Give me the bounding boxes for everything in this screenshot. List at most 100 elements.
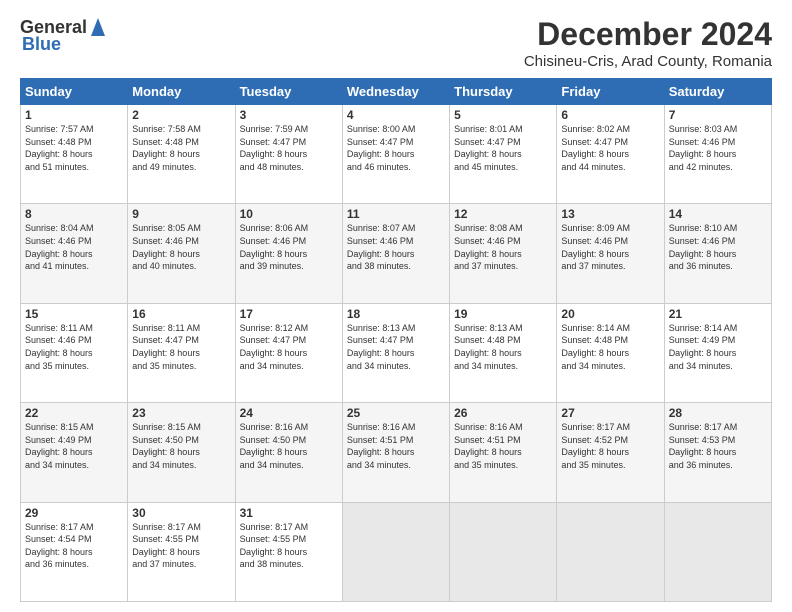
calendar-cell bbox=[450, 502, 557, 601]
day-info: Sunrise: 8:05 AM Sunset: 4:46 PM Dayligh… bbox=[132, 222, 230, 272]
calendar-cell bbox=[557, 502, 664, 601]
calendar-cell: 31Sunrise: 8:17 AM Sunset: 4:55 PM Dayli… bbox=[235, 502, 342, 601]
calendar-cell: 20Sunrise: 8:14 AM Sunset: 4:48 PM Dayli… bbox=[557, 303, 664, 402]
day-info: Sunrise: 8:10 AM Sunset: 4:46 PM Dayligh… bbox=[669, 222, 767, 272]
day-number: 10 bbox=[240, 207, 338, 221]
col-header-saturday: Saturday bbox=[664, 79, 771, 105]
calendar-cell: 11Sunrise: 8:07 AM Sunset: 4:46 PM Dayli… bbox=[342, 204, 449, 303]
day-info: Sunrise: 8:15 AM Sunset: 4:50 PM Dayligh… bbox=[132, 421, 230, 471]
calendar-cell: 12Sunrise: 8:08 AM Sunset: 4:46 PM Dayli… bbox=[450, 204, 557, 303]
calendar-cell: 7Sunrise: 8:03 AM Sunset: 4:46 PM Daylig… bbox=[664, 105, 771, 204]
logo: General Blue bbox=[20, 16, 107, 55]
calendar-table: SundayMondayTuesdayWednesdayThursdayFrid… bbox=[20, 78, 772, 602]
calendar-cell: 16Sunrise: 8:11 AM Sunset: 4:47 PM Dayli… bbox=[128, 303, 235, 402]
day-info: Sunrise: 8:07 AM Sunset: 4:46 PM Dayligh… bbox=[347, 222, 445, 272]
day-number: 7 bbox=[669, 108, 767, 122]
day-info: Sunrise: 7:59 AM Sunset: 4:47 PM Dayligh… bbox=[240, 123, 338, 173]
day-number: 16 bbox=[132, 307, 230, 321]
day-info: Sunrise: 8:09 AM Sunset: 4:46 PM Dayligh… bbox=[561, 222, 659, 272]
day-info: Sunrise: 8:02 AM Sunset: 4:47 PM Dayligh… bbox=[561, 123, 659, 173]
day-number: 23 bbox=[132, 406, 230, 420]
day-info: Sunrise: 8:04 AM Sunset: 4:46 PM Dayligh… bbox=[25, 222, 123, 272]
day-info: Sunrise: 8:17 AM Sunset: 4:52 PM Dayligh… bbox=[561, 421, 659, 471]
day-number: 21 bbox=[669, 307, 767, 321]
day-number: 28 bbox=[669, 406, 767, 420]
day-info: Sunrise: 8:03 AM Sunset: 4:46 PM Dayligh… bbox=[669, 123, 767, 173]
calendar-cell: 3Sunrise: 7:59 AM Sunset: 4:47 PM Daylig… bbox=[235, 105, 342, 204]
day-info: Sunrise: 8:14 AM Sunset: 4:48 PM Dayligh… bbox=[561, 322, 659, 372]
day-number: 22 bbox=[25, 406, 123, 420]
calendar-cell: 1Sunrise: 7:57 AM Sunset: 4:48 PM Daylig… bbox=[21, 105, 128, 204]
day-number: 13 bbox=[561, 207, 659, 221]
calendar-cell: 26Sunrise: 8:16 AM Sunset: 4:51 PM Dayli… bbox=[450, 403, 557, 502]
day-number: 12 bbox=[454, 207, 552, 221]
calendar-cell: 24Sunrise: 8:16 AM Sunset: 4:50 PM Dayli… bbox=[235, 403, 342, 502]
col-header-thursday: Thursday bbox=[450, 79, 557, 105]
main-title: December 2024 bbox=[524, 16, 772, 53]
calendar-cell: 13Sunrise: 8:09 AM Sunset: 4:46 PM Dayli… bbox=[557, 204, 664, 303]
col-header-tuesday: Tuesday bbox=[235, 79, 342, 105]
calendar-cell bbox=[342, 502, 449, 601]
day-info: Sunrise: 8:01 AM Sunset: 4:47 PM Dayligh… bbox=[454, 123, 552, 173]
calendar-cell: 6Sunrise: 8:02 AM Sunset: 4:47 PM Daylig… bbox=[557, 105, 664, 204]
col-header-monday: Monday bbox=[128, 79, 235, 105]
day-number: 5 bbox=[454, 108, 552, 122]
day-info: Sunrise: 8:13 AM Sunset: 4:48 PM Dayligh… bbox=[454, 322, 552, 372]
calendar-cell: 19Sunrise: 8:13 AM Sunset: 4:48 PM Dayli… bbox=[450, 303, 557, 402]
calendar-cell: 4Sunrise: 8:00 AM Sunset: 4:47 PM Daylig… bbox=[342, 105, 449, 204]
day-number: 8 bbox=[25, 207, 123, 221]
day-number: 30 bbox=[132, 506, 230, 520]
day-info: Sunrise: 8:15 AM Sunset: 4:49 PM Dayligh… bbox=[25, 421, 123, 471]
logo-blue: Blue bbox=[22, 34, 61, 55]
col-header-sunday: Sunday bbox=[21, 79, 128, 105]
day-number: 18 bbox=[347, 307, 445, 321]
calendar-cell: 15Sunrise: 8:11 AM Sunset: 4:46 PM Dayli… bbox=[21, 303, 128, 402]
day-number: 11 bbox=[347, 207, 445, 221]
header: General Blue December 2024 Chisineu-Cris… bbox=[20, 16, 772, 70]
calendar-cell: 23Sunrise: 8:15 AM Sunset: 4:50 PM Dayli… bbox=[128, 403, 235, 502]
day-info: Sunrise: 8:06 AM Sunset: 4:46 PM Dayligh… bbox=[240, 222, 338, 272]
day-number: 2 bbox=[132, 108, 230, 122]
day-info: Sunrise: 8:16 AM Sunset: 4:51 PM Dayligh… bbox=[347, 421, 445, 471]
day-number: 15 bbox=[25, 307, 123, 321]
day-number: 6 bbox=[561, 108, 659, 122]
day-number: 3 bbox=[240, 108, 338, 122]
calendar-cell: 21Sunrise: 8:14 AM Sunset: 4:49 PM Dayli… bbox=[664, 303, 771, 402]
calendar-cell: 27Sunrise: 8:17 AM Sunset: 4:52 PM Dayli… bbox=[557, 403, 664, 502]
day-number: 4 bbox=[347, 108, 445, 122]
calendar-cell: 2Sunrise: 7:58 AM Sunset: 4:48 PM Daylig… bbox=[128, 105, 235, 204]
calendar-cell: 25Sunrise: 8:16 AM Sunset: 4:51 PM Dayli… bbox=[342, 403, 449, 502]
calendar-cell: 17Sunrise: 8:12 AM Sunset: 4:47 PM Dayli… bbox=[235, 303, 342, 402]
day-number: 31 bbox=[240, 506, 338, 520]
day-number: 19 bbox=[454, 307, 552, 321]
day-number: 25 bbox=[347, 406, 445, 420]
calendar-cell: 28Sunrise: 8:17 AM Sunset: 4:53 PM Dayli… bbox=[664, 403, 771, 502]
day-info: Sunrise: 8:17 AM Sunset: 4:53 PM Dayligh… bbox=[669, 421, 767, 471]
calendar-cell: 10Sunrise: 8:06 AM Sunset: 4:46 PM Dayli… bbox=[235, 204, 342, 303]
day-number: 17 bbox=[240, 307, 338, 321]
day-info: Sunrise: 8:08 AM Sunset: 4:46 PM Dayligh… bbox=[454, 222, 552, 272]
day-number: 20 bbox=[561, 307, 659, 321]
day-info: Sunrise: 8:17 AM Sunset: 4:54 PM Dayligh… bbox=[25, 521, 123, 571]
day-info: Sunrise: 8:12 AM Sunset: 4:47 PM Dayligh… bbox=[240, 322, 338, 372]
day-info: Sunrise: 8:17 AM Sunset: 4:55 PM Dayligh… bbox=[240, 521, 338, 571]
calendar-cell: 22Sunrise: 8:15 AM Sunset: 4:49 PM Dayli… bbox=[21, 403, 128, 502]
calendar-cell bbox=[664, 502, 771, 601]
day-number: 27 bbox=[561, 406, 659, 420]
col-header-wednesday: Wednesday bbox=[342, 79, 449, 105]
calendar-cell: 30Sunrise: 8:17 AM Sunset: 4:55 PM Dayli… bbox=[128, 502, 235, 601]
day-number: 9 bbox=[132, 207, 230, 221]
subtitle: Chisineu-Cris, Arad County, Romania bbox=[524, 53, 772, 70]
day-number: 29 bbox=[25, 506, 123, 520]
page: General Blue December 2024 Chisineu-Cris… bbox=[0, 0, 792, 612]
day-info: Sunrise: 8:00 AM Sunset: 4:47 PM Dayligh… bbox=[347, 123, 445, 173]
day-info: Sunrise: 7:58 AM Sunset: 4:48 PM Dayligh… bbox=[132, 123, 230, 173]
calendar-cell: 5Sunrise: 8:01 AM Sunset: 4:47 PM Daylig… bbox=[450, 105, 557, 204]
calendar-cell: 8Sunrise: 8:04 AM Sunset: 4:46 PM Daylig… bbox=[21, 204, 128, 303]
day-info: Sunrise: 8:11 AM Sunset: 4:46 PM Dayligh… bbox=[25, 322, 123, 372]
day-number: 1 bbox=[25, 108, 123, 122]
logo-triangle-icon bbox=[89, 16, 107, 38]
calendar-cell: 18Sunrise: 8:13 AM Sunset: 4:47 PM Dayli… bbox=[342, 303, 449, 402]
day-number: 24 bbox=[240, 406, 338, 420]
day-info: Sunrise: 8:13 AM Sunset: 4:47 PM Dayligh… bbox=[347, 322, 445, 372]
